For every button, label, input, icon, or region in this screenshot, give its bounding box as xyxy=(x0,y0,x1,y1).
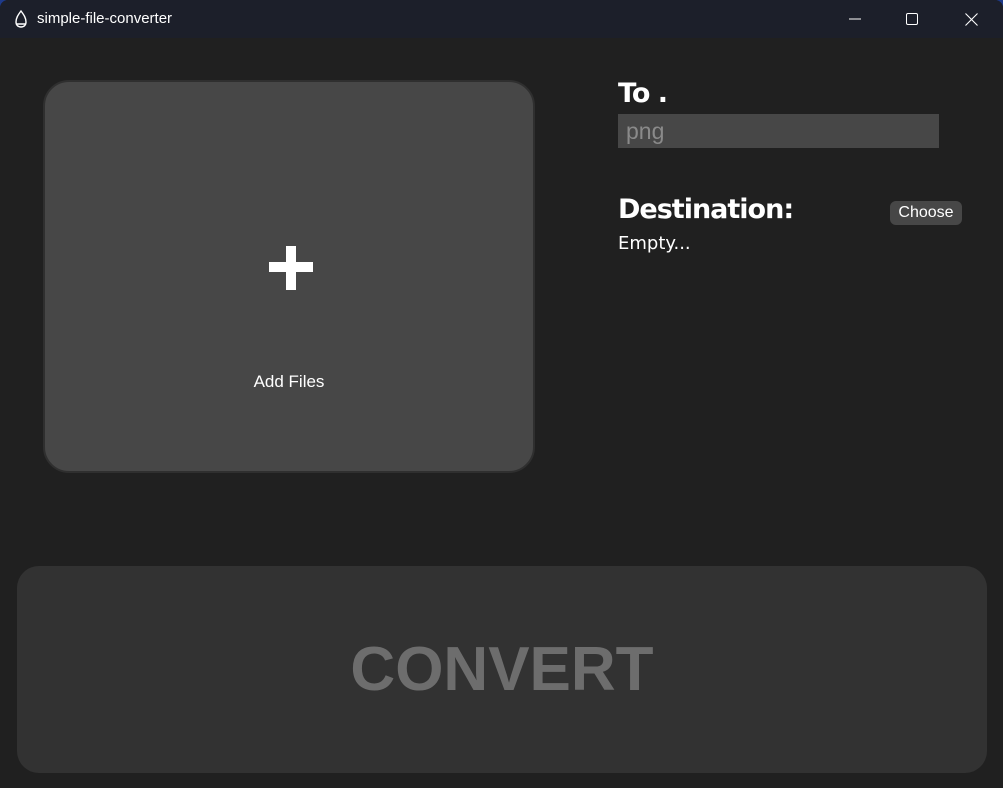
destination-label: Destination: xyxy=(618,194,794,225)
add-files-label: Add Files xyxy=(253,372,325,391)
add-files-dropzone[interactable]: Add Files xyxy=(43,80,535,473)
close-icon xyxy=(964,12,978,26)
target-format-label: To . xyxy=(618,78,668,109)
destination-path: Empty... xyxy=(618,233,691,254)
choose-destination-button[interactable]: Choose xyxy=(890,201,962,225)
minimize-button[interactable] xyxy=(832,0,878,38)
minimize-icon xyxy=(849,18,861,20)
window-title: simple-file-converter xyxy=(37,10,173,27)
maximize-button[interactable] xyxy=(889,0,935,38)
app-window: simple-file-converter Add Files To . Des… xyxy=(0,0,1003,788)
maximize-icon xyxy=(906,13,918,25)
convert-button[interactable]: CONVERT xyxy=(17,566,987,773)
plus-icon xyxy=(269,246,313,290)
target-format-input[interactable] xyxy=(618,114,939,148)
close-button[interactable] xyxy=(948,0,994,38)
title-bar[interactable]: simple-file-converter xyxy=(0,0,1003,38)
app-flame-icon xyxy=(15,10,27,28)
